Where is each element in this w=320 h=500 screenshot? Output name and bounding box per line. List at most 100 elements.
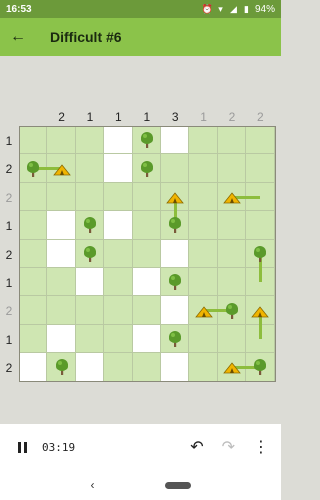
grid-cell[interactable] (189, 154, 218, 183)
alarm-icon: ⏰ (201, 3, 214, 14)
grid-cell[interactable] (104, 268, 133, 297)
grid-cell[interactable] (104, 296, 133, 325)
grid-cell[interactable] (246, 154, 275, 183)
grid-cell[interactable] (19, 182, 48, 212)
grid-cell[interactable] (132, 211, 161, 240)
column-hint: 1 (86, 110, 94, 124)
tree-icon (251, 358, 269, 376)
grid-cell[interactable] (19, 353, 48, 382)
grid-cell[interactable] (75, 126, 105, 155)
grid-cell[interactable] (189, 268, 218, 297)
timer: 03:19 (42, 440, 76, 454)
grid-cell[interactable] (75, 353, 105, 382)
row-hint: 1 (5, 332, 13, 347)
puzzle-grid (19, 126, 275, 382)
column-hint: 2 (257, 110, 264, 124)
row-hint: 2 (5, 162, 13, 177)
grid-cell[interactable] (161, 239, 190, 268)
grid-cell[interactable] (47, 324, 76, 354)
signal-icon: ◢ (230, 3, 237, 14)
grid-cell[interactable] (104, 239, 133, 268)
grid-cell[interactable] (104, 126, 133, 155)
tent-icon (194, 305, 213, 317)
tree-icon (24, 160, 42, 178)
grid-cell[interactable] (75, 268, 105, 297)
tree-icon (251, 245, 269, 263)
status-bar: 16:53 ⏰ ▾ ◢ ▮ 94% (0, 0, 281, 18)
grid-cell[interactable] (161, 296, 190, 325)
tree-icon (81, 245, 99, 263)
grid-cell[interactable] (104, 211, 133, 240)
grid-cell[interactable] (47, 126, 76, 155)
nav-home-pill[interactable] (164, 481, 191, 489)
status-time: 16:53 (6, 3, 32, 15)
row-hint: 1 (5, 219, 13, 234)
grid-cell[interactable] (189, 211, 218, 240)
grid-cell[interactable] (189, 126, 218, 155)
grid-cell[interactable] (104, 182, 133, 212)
grid-cell[interactable] (217, 211, 247, 240)
grid-cell[interactable] (161, 154, 190, 183)
grid-cell[interactable] (132, 239, 161, 268)
wifi-icon: ▾ (218, 3, 223, 14)
grid-cell[interactable] (75, 154, 105, 183)
grid-cell[interactable] (47, 182, 76, 212)
grid-cell[interactable] (19, 296, 48, 325)
grid-cell[interactable] (189, 353, 218, 382)
redo-icon[interactable]: ↷ (222, 437, 235, 457)
column-hint: 1 (200, 110, 207, 124)
tree-icon (223, 302, 241, 320)
grid-cell[interactable] (104, 154, 133, 183)
row-hint: 2 (5, 247, 13, 262)
undo-icon[interactable]: ↶ (190, 437, 203, 457)
system-nav-bar: ‹ (0, 470, 281, 500)
grid-cell[interactable] (217, 324, 247, 354)
grid-cell[interactable] (75, 324, 105, 354)
grid-cell[interactable] (132, 268, 161, 297)
grid-cell[interactable] (19, 324, 48, 354)
grid-cell[interactable] (19, 268, 48, 297)
grid-cell[interactable] (217, 154, 247, 183)
grid-cell[interactable] (132, 353, 161, 382)
grid-cell[interactable] (161, 353, 190, 382)
grid-cell[interactable] (104, 353, 133, 382)
grid-cell[interactable] (19, 211, 48, 240)
tree-icon (81, 216, 99, 234)
battery-icon: ▮ (244, 3, 249, 14)
grid-cell[interactable] (75, 182, 105, 212)
nav-back-icon[interactable]: ‹ (91, 478, 95, 492)
grid-cell[interactable] (189, 239, 218, 268)
grid-cell[interactable] (19, 239, 48, 268)
tree-icon (53, 358, 71, 376)
tree-icon (166, 216, 184, 234)
grid-cell[interactable] (132, 296, 161, 325)
column-hint: 2 (58, 110, 65, 124)
grid-cell[interactable] (75, 296, 105, 325)
grid-cell[interactable] (246, 211, 275, 240)
grid-cell[interactable] (47, 211, 76, 240)
column-hint: 2 (228, 110, 236, 124)
grid-cell[interactable] (189, 324, 218, 354)
grid-cell[interactable] (217, 239, 247, 268)
grid-cell[interactable] (47, 296, 76, 325)
grid-cell[interactable] (104, 324, 133, 354)
row-hint: 1 (5, 134, 13, 148)
row-hint: 2 (5, 304, 13, 319)
grid-cell[interactable] (217, 126, 247, 155)
grid-cell[interactable] (132, 324, 161, 354)
arrow-back-icon[interactable]: ← (0, 18, 36, 56)
grid-cell[interactable] (161, 126, 190, 155)
tree-icon (166, 330, 184, 348)
grid-cell[interactable] (132, 182, 161, 212)
pause-icon[interactable] (12, 437, 32, 457)
row-hint: 2 (5, 190, 13, 205)
grid-cell[interactable] (47, 239, 76, 268)
more-vert-icon[interactable]: ⋮ (253, 437, 269, 457)
grid-cell[interactable] (19, 126, 48, 155)
grid-cell[interactable] (189, 182, 218, 212)
bottom-toolbar: 03:19 ↶ ↷ ⋮ (0, 424, 281, 470)
grid-cell[interactable] (217, 268, 247, 297)
grid-cell[interactable] (47, 268, 76, 297)
tree-icon (166, 273, 184, 291)
grid-cell[interactable] (246, 126, 275, 155)
